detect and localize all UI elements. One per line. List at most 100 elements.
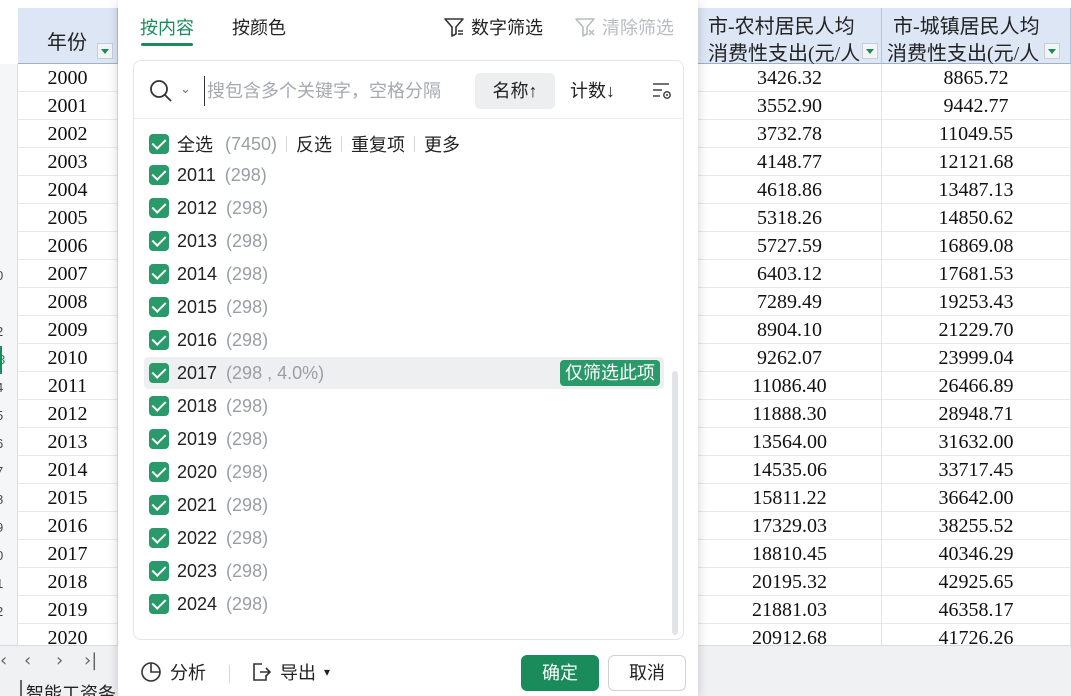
cell-rural-spend[interactable]: 14535.06 xyxy=(698,456,882,484)
chevron-right-icon[interactable]: › xyxy=(56,650,63,671)
cell-year[interactable]: 2000 xyxy=(18,64,118,92)
item-checkbox[interactable] xyxy=(149,495,169,515)
cell-year[interactable]: 2003 xyxy=(18,148,118,176)
cell-urban-spend[interactable]: 46358.17 xyxy=(882,596,1071,624)
row-number[interactable]: 2 xyxy=(0,318,18,346)
cell-urban-spend[interactable]: 9442.77 xyxy=(882,92,1071,120)
filter-only-this-button[interactable]: 仅筛选此项 xyxy=(560,360,660,386)
cell-rural-spend[interactable]: 4148.77 xyxy=(698,148,882,176)
search-input[interactable] xyxy=(204,76,454,106)
sort-by-count-button[interactable]: 计数↓ xyxy=(570,73,615,109)
filter-list-item[interactable]: 2021 (298) xyxy=(144,489,664,521)
row-number[interactable]: 3 xyxy=(0,346,18,374)
cell-year[interactable]: 2004 xyxy=(18,176,118,204)
cell-rural-spend[interactable]: 15811.22 xyxy=(698,484,882,512)
item-checkbox[interactable] xyxy=(149,297,169,317)
cell-year[interactable]: 2015 xyxy=(18,484,118,512)
cell-urban-spend[interactable]: 42925.65 xyxy=(882,568,1071,596)
cell-urban-spend[interactable]: 8865.72 xyxy=(882,64,1071,92)
row-number[interactable] xyxy=(0,178,18,206)
number-filter-button[interactable]: 数字筛选 xyxy=(443,14,543,40)
filter-list-item[interactable]: 2012 (298) xyxy=(144,192,664,224)
cell-urban-spend[interactable]: 13487.13 xyxy=(882,176,1071,204)
cell-year[interactable]: 2009 xyxy=(18,316,118,344)
cell-year[interactable]: 2020 xyxy=(18,624,118,645)
select-all-label[interactable]: 全选 xyxy=(177,131,213,157)
tab-by-color[interactable]: 按颜色 xyxy=(232,14,286,40)
cell-rural-spend[interactable]: 11888.30 xyxy=(698,400,882,428)
row-number[interactable] xyxy=(0,122,18,150)
chevron-right-end-icon[interactable]: ›| xyxy=(84,650,97,671)
item-checkbox[interactable] xyxy=(149,231,169,251)
scrollbar[interactable] xyxy=(672,371,678,635)
filter-list-item[interactable]: 2016 (298) xyxy=(144,324,664,356)
item-checkbox[interactable] xyxy=(149,594,169,614)
row-number[interactable]: 6 xyxy=(0,430,18,458)
row-number[interactable]: 5 xyxy=(0,402,18,430)
filter-list-item[interactable]: 2020 (298) xyxy=(144,456,664,488)
cell-year[interactable]: 2002 xyxy=(18,120,118,148)
cell-year[interactable]: 2006 xyxy=(18,232,118,260)
column-header-year[interactable]: 年份 xyxy=(18,8,118,64)
cell-year[interactable]: 2017 xyxy=(18,540,118,568)
filter-dropdown-icon[interactable] xyxy=(1044,43,1060,59)
cell-rural-spend[interactable]: 21881.03 xyxy=(698,596,882,624)
invert-selection-button[interactable]: 反选 xyxy=(296,131,332,157)
item-checkbox[interactable] xyxy=(149,330,169,350)
row-number[interactable] xyxy=(0,94,18,122)
filter-dropdown-icon[interactable] xyxy=(862,43,878,59)
search-icon[interactable] xyxy=(149,79,173,103)
cell-urban-spend[interactable]: 36642.00 xyxy=(882,484,1071,512)
cell-rural-spend[interactable]: 17329.03 xyxy=(698,512,882,540)
cell-rural-spend[interactable]: 5318.26 xyxy=(698,204,882,232)
filter-list-item[interactable]: 2022 (298) xyxy=(144,522,664,554)
cell-rural-spend[interactable]: 4618.86 xyxy=(698,176,882,204)
cell-urban-spend[interactable]: 33717.45 xyxy=(882,456,1071,484)
filter-dropdown-icon[interactable] xyxy=(97,43,113,59)
row-number[interactable]: 8 xyxy=(0,486,18,514)
item-checkbox[interactable] xyxy=(149,165,169,185)
cell-rural-spend[interactable]: 20912.68 xyxy=(698,624,882,645)
chevron-left-end-icon[interactable]: ‹ xyxy=(0,650,7,671)
row-number[interactable] xyxy=(0,234,18,262)
filter-list-item[interactable]: 2018 (298) xyxy=(144,390,664,422)
item-checkbox[interactable] xyxy=(149,396,169,416)
item-checkbox[interactable] xyxy=(149,528,169,548)
cell-urban-spend[interactable]: 19253.43 xyxy=(882,288,1071,316)
chevron-left-icon[interactable]: ‹ xyxy=(24,650,31,671)
cell-urban-spend[interactable]: 38255.52 xyxy=(882,512,1071,540)
cancel-button[interactable]: 取消 xyxy=(608,655,686,691)
item-checkbox[interactable] xyxy=(149,561,169,581)
row-number[interactable] xyxy=(0,150,18,178)
item-checkbox[interactable] xyxy=(149,363,169,383)
filter-list-item[interactable]: 2011 (298) xyxy=(144,159,664,191)
cell-rural-spend[interactable]: 20195.32 xyxy=(698,568,882,596)
filter-list-item[interactable]: 2013 (298) xyxy=(144,225,664,257)
filter-list-item[interactable]: 2015 (298) xyxy=(144,291,664,323)
cell-rural-spend[interactable]: 13564.00 xyxy=(698,428,882,456)
cell-rural-spend[interactable]: 9262.07 xyxy=(698,344,882,372)
cell-year[interactable]: 2019 xyxy=(18,596,118,624)
filter-list-item[interactable]: 2019 (298) xyxy=(144,423,664,455)
chevron-down-icon[interactable]: ⌄ xyxy=(180,81,191,97)
cell-urban-spend[interactable]: 21229.70 xyxy=(882,316,1071,344)
analyze-button[interactable]: 分析 xyxy=(140,659,206,685)
column-header-urban[interactable]: 市-城镇居民人均 消费性支出(元/人 xyxy=(882,8,1071,65)
cell-year[interactable]: 2018 xyxy=(18,568,118,596)
cell-urban-spend[interactable]: 11049.55 xyxy=(882,120,1071,148)
row-number[interactable] xyxy=(0,206,18,234)
cell-year[interactable]: 2013 xyxy=(18,428,118,456)
cell-urban-spend[interactable]: 31632.00 xyxy=(882,428,1071,456)
item-checkbox[interactable] xyxy=(149,198,169,218)
cell-rural-spend[interactable]: 5727.59 xyxy=(698,232,882,260)
filter-list-item[interactable]: 2024 (298) xyxy=(144,588,664,620)
cell-urban-spend[interactable]: 12121.68 xyxy=(882,148,1071,176)
cell-urban-spend[interactable]: 28948.71 xyxy=(882,400,1071,428)
cell-urban-spend[interactable]: 41726.26 xyxy=(882,624,1071,645)
cell-rural-spend[interactable]: 3732.78 xyxy=(698,120,882,148)
row-number[interactable]: 2 xyxy=(0,598,18,626)
export-button[interactable]: 导出 ▾ xyxy=(250,659,330,685)
row-number[interactable]: 7 xyxy=(0,458,18,486)
cell-urban-spend[interactable]: 16869.08 xyxy=(882,232,1071,260)
cell-year[interactable]: 2001 xyxy=(18,92,118,120)
